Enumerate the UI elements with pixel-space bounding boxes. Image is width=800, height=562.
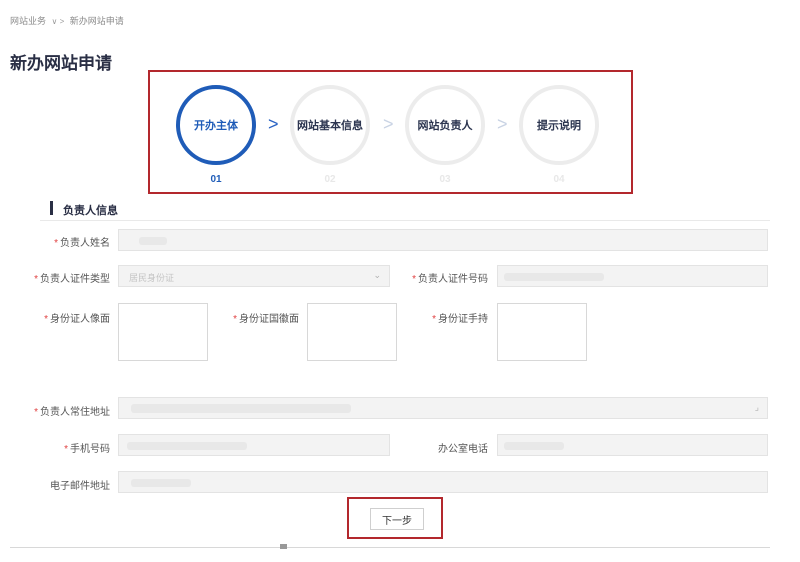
id-hold-upload[interactable] — [497, 303, 587, 361]
phone-input[interactable] — [118, 434, 390, 456]
bottom-divider — [10, 547, 770, 548]
address-input[interactable]: ⌟ — [118, 397, 768, 419]
redacted-value — [127, 442, 247, 450]
email-label: 电子邮件地址 — [50, 481, 110, 492]
id-number-input[interactable] — [497, 265, 768, 287]
section-title-bar — [50, 201, 53, 215]
id-front-upload[interactable] — [118, 303, 208, 361]
id-number-label: * 负责人证件号码 — [412, 274, 488, 285]
step-1-number: 01 — [210, 174, 222, 185]
resize-handle-icon: ⌟ — [754, 402, 759, 412]
id-hold-label: * 身份证手持 — [432, 314, 488, 325]
id-type-value: 居民身份证 — [129, 273, 175, 283]
redacted-value — [504, 273, 604, 281]
id-back-label: * 身份证国徽面 — [233, 314, 299, 325]
office-phone-label: 办公室电话 — [438, 444, 488, 455]
step-2-number: 02 — [324, 174, 336, 185]
phone-label: * 手机号码 — [64, 444, 110, 455]
redacted-value — [139, 237, 167, 245]
step-3-number: 03 — [439, 174, 451, 185]
office-phone-input[interactable] — [497, 434, 768, 456]
step-arrow-icon: > — [497, 114, 508, 134]
section-title: 负责人信息 — [63, 205, 118, 217]
step-2-label: 网站基本信息 — [297, 120, 363, 132]
breadcrumb-chevron-icon: ∨ > — [51, 17, 65, 26]
id-back-upload[interactable] — [307, 303, 397, 361]
section-divider — [40, 220, 770, 221]
step-1-label: 开办主体 — [194, 120, 238, 132]
breadcrumb-current: 新办网站申请 — [69, 16, 124, 26]
page-title: 新办网站申请 — [10, 54, 112, 73]
required-mark: * — [54, 238, 58, 249]
redacted-value — [131, 404, 351, 413]
scroll-handle[interactable] — [280, 544, 287, 549]
name-label: * 负责人姓名 — [54, 238, 110, 249]
step-2-circle[interactable]: 网站基本信息 — [290, 85, 370, 165]
step-1-circle[interactable]: 开办主体 — [176, 85, 256, 165]
id-type-select[interactable]: 居民身份证 ⌄ — [118, 265, 390, 287]
breadcrumb-root[interactable]: 网站业务 — [10, 16, 46, 26]
step-4-label: 提示说明 — [537, 120, 581, 132]
address-label: * 负责人常住地址 — [34, 407, 110, 418]
email-input[interactable] — [118, 471, 768, 493]
step-arrow-icon: > — [268, 114, 279, 134]
step-4-number: 04 — [553, 174, 565, 185]
redacted-value — [504, 442, 564, 450]
name-input[interactable] — [118, 229, 768, 251]
step-arrow-icon: > — [383, 114, 394, 134]
step-4-circle[interactable]: 提示说明 — [519, 85, 599, 165]
step-3-label: 网站负责人 — [417, 120, 473, 132]
next-button[interactable]: 下一步 — [370, 508, 424, 530]
chevron-down-icon: ⌄ — [373, 270, 381, 280]
breadcrumb: 网站业务 ∨ > 新办网站申请 — [10, 14, 124, 27]
id-front-label: * 身份证人像面 — [44, 314, 110, 325]
redacted-value — [131, 479, 191, 487]
id-type-label: * 负责人证件类型 — [34, 274, 110, 285]
step-3-circle[interactable]: 网站负责人 — [405, 85, 485, 165]
